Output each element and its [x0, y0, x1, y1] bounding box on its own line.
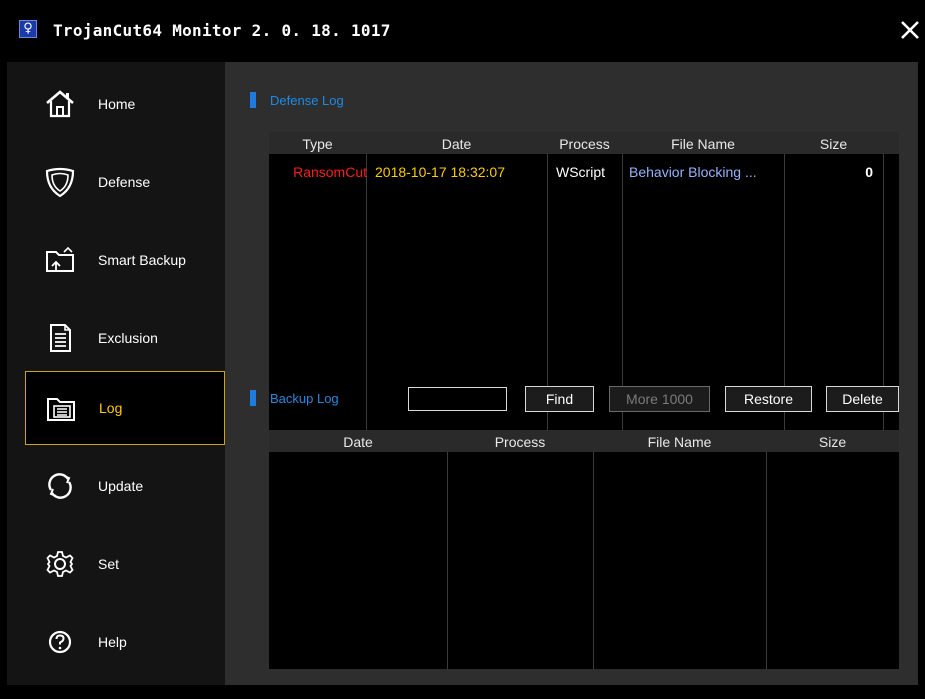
delete-button[interactable]: Delete	[826, 386, 899, 412]
help-icon	[48, 630, 72, 654]
backup-search-input[interactable]	[408, 387, 507, 411]
table-header: Type Date Process File Name Size	[269, 132, 899, 154]
sidebar-item-defense[interactable]: Defense	[25, 146, 225, 220]
close-icon[interactable]	[898, 18, 922, 42]
folder-backup-icon	[46, 246, 74, 272]
sidebar-item-label: Set	[98, 556, 120, 572]
sidebar-item-label: Exclusion	[98, 330, 158, 346]
backup-log-title: Backup Log	[270, 391, 339, 406]
title-bar: ♀ TrojanCut64 Monitor 2. 0. 18. 1017	[0, 0, 925, 62]
column-date[interactable]: Date	[269, 434, 447, 450]
sidebar: Home Defense Smart Backup Exclusion Log …	[7, 62, 225, 685]
more-1000-button[interactable]: More 1000	[609, 386, 710, 412]
cell-date: 2018-10-17 18:32:07	[375, 164, 505, 180]
app-key-icon: ♀	[19, 20, 37, 38]
update-icon	[48, 473, 72, 499]
sidebar-item-home[interactable]: Home	[25, 68, 225, 142]
cell-process: WScript	[556, 164, 605, 180]
defense-log-title: Defense Log	[270, 93, 344, 108]
sidebar-item-log[interactable]: Log	[25, 371, 225, 445]
column-type[interactable]: Type	[269, 136, 366, 152]
app-window: ♀ TrojanCut64 Monitor 2. 0. 18. 1017 Hom…	[0, 0, 925, 699]
sidebar-item-smart-backup[interactable]: Smart Backup	[25, 224, 225, 298]
column-process[interactable]: Process	[547, 136, 622, 152]
find-button[interactable]: Find	[525, 386, 594, 412]
main-panel: Defense Log Type Date Process File Name …	[225, 62, 918, 685]
sidebar-item-label: Help	[98, 634, 127, 650]
document-icon	[50, 324, 71, 352]
log-folder-icon	[47, 398, 75, 421]
section-marker	[250, 92, 256, 108]
table-header: Date Process File Name Size	[269, 430, 899, 452]
column-divider	[766, 452, 767, 669]
home-icon	[46, 90, 74, 118]
gear-icon	[46, 551, 74, 577]
column-size[interactable]: Size	[784, 136, 883, 152]
sidebar-item-set[interactable]: Set	[25, 528, 225, 602]
column-divider	[447, 452, 448, 669]
sidebar-item-update[interactable]: Update	[25, 450, 225, 524]
column-file-name[interactable]: File Name	[593, 434, 766, 450]
section-marker	[250, 390, 256, 406]
cell-type: RansomCut	[293, 164, 367, 180]
column-file-name[interactable]: File Name	[622, 136, 784, 152]
sidebar-item-exclusion[interactable]: Exclusion	[25, 302, 225, 376]
column-date[interactable]: Date	[366, 136, 547, 152]
sidebar-item-label: Smart Backup	[98, 252, 186, 268]
sidebar-item-label: Home	[98, 96, 136, 112]
column-divider	[366, 154, 367, 435]
column-divider	[593, 452, 594, 669]
column-process[interactable]: Process	[447, 434, 593, 450]
cell-file-name: Behavior Blocking ...	[629, 164, 757, 180]
shield-icon	[45, 167, 75, 198]
sidebar-item-label: Update	[98, 478, 144, 494]
sidebar-item-help[interactable]: Help	[25, 606, 225, 680]
cell-size: 0	[865, 164, 873, 180]
column-size[interactable]: Size	[766, 434, 899, 450]
window-title: TrojanCut64 Monitor 2. 0. 18. 1017	[53, 21, 391, 40]
backup-log-table: Date Process File Name Size	[269, 430, 899, 669]
sidebar-item-label: Defense	[98, 174, 151, 190]
restore-button[interactable]: Restore	[725, 386, 812, 412]
sidebar-item-label: Log	[99, 400, 123, 416]
